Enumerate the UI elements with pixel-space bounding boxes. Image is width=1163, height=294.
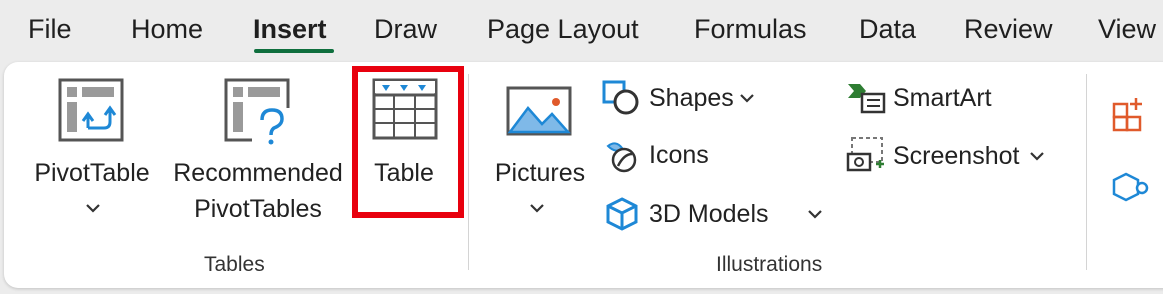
recommended-pivottables-label-line2: PivotTables xyxy=(194,195,322,223)
icons-label: Icons xyxy=(649,141,709,169)
chevron-down-icon xyxy=(86,204,100,213)
shapes-icon xyxy=(602,80,639,115)
tables-group-label: Tables xyxy=(204,253,265,276)
tab-draw[interactable]: Draw xyxy=(374,12,437,46)
pivottable-button[interactable]: PivotTable xyxy=(22,72,162,222)
active-tab-indicator xyxy=(254,49,334,53)
screenshot-label: Screenshot xyxy=(893,142,1020,170)
illustrations-group-label: Illustrations xyxy=(716,253,823,276)
tab-home[interactable]: Home xyxy=(131,12,203,46)
recommended-pivottables-icon xyxy=(224,78,292,146)
icons-icon xyxy=(606,142,637,173)
group-separator xyxy=(468,74,469,270)
pivottable-icon xyxy=(58,78,124,142)
tab-insert[interactable]: Insert xyxy=(253,12,327,46)
pictures-button[interactable]: Pictures xyxy=(486,72,594,222)
tab-review[interactable]: Review xyxy=(964,12,1053,46)
smartart-button[interactable]: SmartArt xyxy=(846,78,1006,118)
chevron-down-icon xyxy=(530,204,544,213)
table-highlight-box xyxy=(352,66,464,218)
pictures-label: Pictures xyxy=(494,159,586,187)
chevron-down-icon xyxy=(808,210,822,219)
tab-data[interactable]: Data xyxy=(859,12,916,46)
tab-formulas[interactable]: Formulas xyxy=(694,12,807,46)
3d-cube-icon xyxy=(606,197,638,231)
group-separator xyxy=(1086,74,1087,270)
pictures-icon xyxy=(506,86,572,136)
tab-page-layout[interactable]: Page Layout xyxy=(487,12,639,46)
recommended-pivottables-button[interactable]: Recommended PivotTables xyxy=(166,72,350,223)
screenshot-icon xyxy=(846,137,884,172)
chevron-down-icon xyxy=(740,94,754,103)
3d-models-button[interactable]: 3D Models xyxy=(602,194,832,234)
cube-link-icon[interactable] xyxy=(1112,168,1152,208)
screenshot-button[interactable]: Screenshot xyxy=(846,136,1056,176)
add-in-grid-icon[interactable] xyxy=(1112,96,1152,132)
pivottable-label: PivotTable xyxy=(34,159,150,187)
recommended-pivottables-label-line1: Recommended xyxy=(173,159,343,187)
shapes-button[interactable]: Shapes xyxy=(602,78,762,118)
tab-file[interactable]: File xyxy=(28,12,72,46)
tab-view[interactable]: View xyxy=(1098,12,1156,46)
chevron-down-icon xyxy=(1030,152,1044,161)
ribbon-tab-bar: File Home Insert Draw Page Layout Formul… xyxy=(0,0,1163,60)
3d-models-label: 3D Models xyxy=(649,200,769,228)
smartart-label: SmartArt xyxy=(893,84,992,112)
shapes-label: Shapes xyxy=(649,84,734,112)
icons-button[interactable]: Icons xyxy=(602,136,722,176)
smartart-icon xyxy=(848,84,886,114)
